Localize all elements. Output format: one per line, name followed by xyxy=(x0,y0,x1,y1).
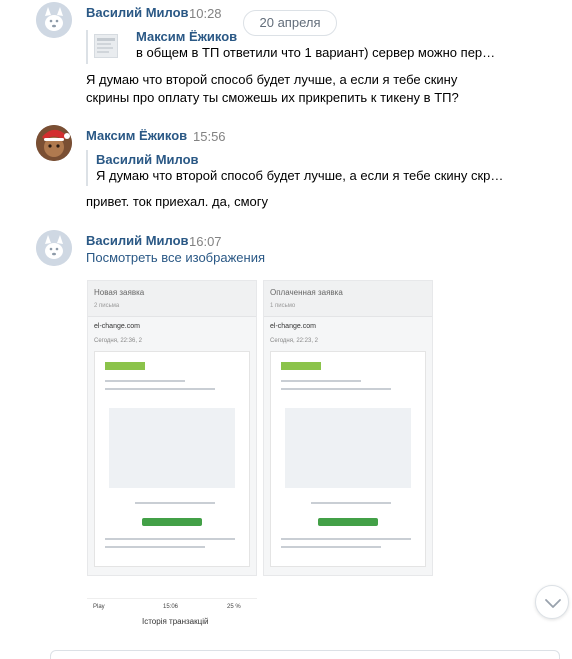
attached-image[interactable]: Play 15:06 25 % Історія транзакцій xyxy=(87,598,257,642)
message-author[interactable]: Максим Ёжиков xyxy=(86,128,187,143)
carrier-label: Play xyxy=(93,604,105,610)
details-block xyxy=(109,408,235,488)
view-all-images-link[interactable]: Посмотреть все изображения xyxy=(86,250,265,265)
details-block xyxy=(285,408,411,488)
user-photo-icon xyxy=(36,125,72,161)
message-text-line: привет. ток приехал. да, смогу xyxy=(86,194,268,209)
reply-quote-bar xyxy=(86,150,88,186)
reply-text[interactable]: Я думаю что второй способ будет лучше, а… xyxy=(96,167,503,185)
email-card xyxy=(94,351,250,567)
scroll-down-button[interactable] xyxy=(535,585,569,619)
attached-image[interactable]: Оплаченная заявка 1 письмо el-change.com… xyxy=(263,280,433,576)
text-placeholder xyxy=(281,380,361,382)
brand-logo-icon xyxy=(281,362,321,370)
text-placeholder xyxy=(281,388,391,390)
clock-label: 15:06 xyxy=(163,604,179,610)
image-date: Сегодня, 22:23, 2 xyxy=(270,338,319,344)
text-placeholder xyxy=(105,380,185,382)
image-sender: el-change.com xyxy=(270,323,316,330)
date-separator: 20 апреля xyxy=(243,10,337,36)
reply-text[interactable]: в общем в ТП ответили что 1 вариант) сер… xyxy=(136,44,495,62)
image-header xyxy=(88,281,256,317)
message-time[interactable]: 15:56 xyxy=(193,129,226,144)
reply-author[interactable]: Василий Милов xyxy=(96,152,199,167)
text-placeholder xyxy=(105,388,215,390)
email-button xyxy=(318,518,378,526)
attached-image[interactable]: Новая заявка 2 письма el-change.com Сего… xyxy=(87,280,257,576)
brand-logo-icon xyxy=(105,362,145,370)
image-header xyxy=(264,281,432,317)
text-placeholder xyxy=(281,538,411,540)
image-date: Сегодня, 22:36, 2 xyxy=(94,338,143,344)
image-subtitle: 2 письма xyxy=(94,303,120,309)
text-placeholder xyxy=(311,502,391,504)
image-title: Новая заявка xyxy=(94,288,145,297)
message-time[interactable]: 16:07 xyxy=(189,234,222,249)
message-text-line: скрины про оплату ты сможешь их прикрепи… xyxy=(86,90,459,105)
message-time[interactable]: 10:28 xyxy=(189,6,222,21)
text-placeholder xyxy=(105,546,205,548)
reply-quote-bar xyxy=(86,30,88,64)
email-card xyxy=(270,351,426,567)
reply-author[interactable]: Максим Ёжиков xyxy=(136,29,237,44)
text-placeholder xyxy=(105,538,235,540)
message-author[interactable]: Василий Милов xyxy=(86,233,189,248)
dog-avatar-icon xyxy=(36,230,72,266)
text-placeholder xyxy=(281,546,381,548)
dog-avatar-icon xyxy=(36,2,72,38)
avatar[interactable] xyxy=(36,2,72,38)
message-text-line: Я думаю что второй способ будет лучше, а… xyxy=(86,72,458,87)
chevron-down-icon xyxy=(545,599,561,608)
avatar[interactable] xyxy=(36,125,72,161)
reply-thumbnail[interactable] xyxy=(94,34,118,58)
avatar[interactable] xyxy=(36,230,72,266)
battery-label: 25 % xyxy=(227,604,241,610)
message-input[interactable] xyxy=(50,650,560,659)
image-sender: el-change.com xyxy=(94,323,140,330)
document-thumbnail-icon xyxy=(97,38,115,53)
image-title: Оплаченная заявка xyxy=(270,288,343,297)
text-placeholder xyxy=(135,502,215,504)
image-subtitle: 1 письмо xyxy=(270,303,296,309)
transactions-title: Історія транзакцій xyxy=(142,617,209,626)
email-button xyxy=(142,518,202,526)
message-author[interactable]: Василий Милов xyxy=(86,5,189,20)
